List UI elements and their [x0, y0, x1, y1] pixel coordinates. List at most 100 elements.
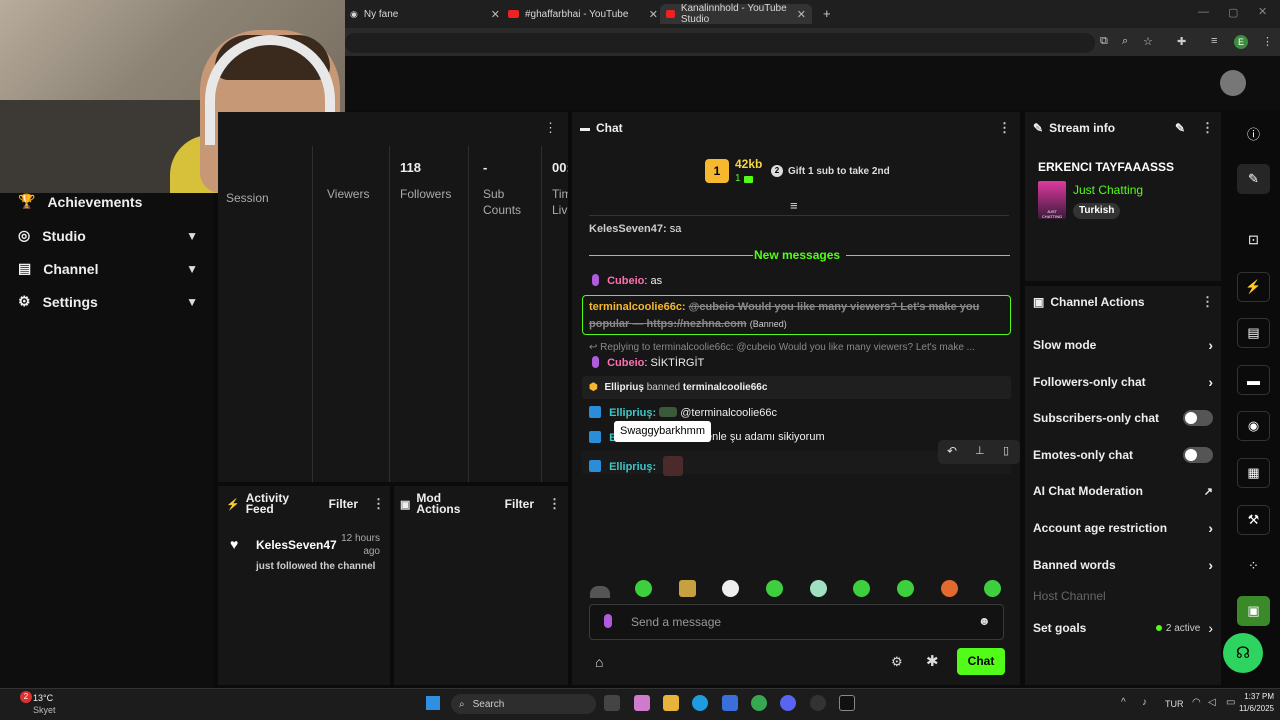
- action-followers-only[interactable]: Followers-only chat ›: [1033, 374, 1213, 390]
- clock-date[interactable]: 11/6/2025: [1230, 704, 1274, 713]
- close-icon[interactable]: ✕: [649, 8, 658, 21]
- chat-username[interactable]: terminalcoolie66c:: [589, 301, 686, 313]
- lightning-icon[interactable]: ⚡: [1237, 272, 1270, 302]
- emoji-icon[interactable]: ☻: [978, 614, 991, 628]
- notes-icon[interactable]: ▤: [1237, 318, 1270, 348]
- subscribers-only-toggle[interactable]: [1183, 410, 1213, 426]
- layout-icon[interactable]: ▦: [1237, 458, 1270, 488]
- minimize-icon[interactable]: —: [1198, 6, 1209, 18]
- browser-tab-active[interactable]: Kanalinnhold - YouTube Studio ✕: [660, 3, 812, 25]
- edit-icon[interactable]: ✎: [1175, 121, 1185, 135]
- emote-9[interactable]: [984, 580, 1001, 597]
- emote-7[interactable]: [897, 580, 914, 597]
- menu-icon[interactable]: ⋮: [1262, 35, 1273, 48]
- emote-image[interactable]: [663, 456, 684, 476]
- filter-button[interactable]: Filter: [505, 497, 534, 511]
- more-options-icon[interactable]: ⋮: [1201, 120, 1214, 136]
- chat-username[interactable]: Cubeio: [607, 275, 644, 287]
- category-box-art[interactable]: JUST CHATTING: [1038, 181, 1066, 219]
- capcut-icon[interactable]: [839, 695, 855, 711]
- emote-8[interactable]: [941, 580, 958, 597]
- store-icon[interactable]: ⌂: [595, 654, 603, 670]
- chat-username[interactable]: KelesSeven47:: [589, 223, 667, 235]
- maximize-icon[interactable]: ▢: [1228, 6, 1238, 19]
- emote-1[interactable]: [635, 580, 652, 597]
- chat-send-button[interactable]: Chat: [957, 648, 1005, 675]
- edge-icon[interactable]: [692, 695, 708, 711]
- close-window-icon[interactable]: ✕: [1258, 5, 1267, 18]
- filter-button[interactable]: Filter: [329, 497, 358, 511]
- bookmark-star-icon[interactable]: ☆: [1143, 35, 1153, 48]
- nav-item-achievements[interactable]: 🏆 Achievements: [18, 193, 198, 210]
- more-options-icon[interactable]: ⋮: [1201, 294, 1214, 310]
- support-headset-icon[interactable]: ☊: [1223, 633, 1263, 673]
- pin-icon[interactable]: ⊥: [975, 444, 985, 457]
- nav-item-channel[interactable]: ▤ Channel ▼: [18, 260, 198, 277]
- copilot-icon[interactable]: [634, 695, 650, 711]
- action-ai-moderation[interactable]: AI Chat Moderation ↗: [1033, 484, 1213, 498]
- weather-temp[interactable]: 13°C: [33, 693, 53, 703]
- emote-placeholder[interactable]: [590, 586, 610, 598]
- reply-icon[interactable]: ↶: [947, 444, 957, 458]
- nav-item-studio[interactable]: ◎ Studio ▼: [18, 227, 198, 244]
- emote-2[interactable]: [679, 580, 696, 597]
- emote-5[interactable]: [810, 580, 827, 597]
- action-set-goals[interactable]: Set goals 2 active ›: [1033, 620, 1213, 636]
- taskbar-search[interactable]: ⌕ Search: [451, 694, 596, 714]
- store-app-icon[interactable]: [722, 695, 738, 711]
- ban-target[interactable]: terminalcoolie66c: [683, 382, 767, 393]
- emote-4[interactable]: [766, 580, 783, 597]
- info-icon[interactable]: ⓘ: [1237, 118, 1270, 148]
- browser-tab[interactable]: #ghaffarbhai - YouTube ✕: [508, 4, 658, 24]
- screenshot-icon[interactable]: ⊡: [1237, 225, 1270, 255]
- nav-item-settings[interactable]: ⚙ Settings ▼: [18, 293, 198, 310]
- mic-tray-icon[interactable]: ♪: [1142, 697, 1147, 708]
- volume-icon[interactable]: ◁: [1208, 697, 1216, 708]
- wrench-icon[interactable]: ⚒: [1237, 505, 1270, 535]
- emote-3[interactable]: [722, 580, 739, 597]
- task-view-icon[interactable]: [604, 695, 620, 711]
- chat-username[interactable]: Ellipriuş: [605, 382, 644, 393]
- more-options-icon[interactable]: ⋮: [372, 496, 385, 512]
- edit-icon[interactable]: ✎: [1237, 164, 1270, 194]
- more-options-icon[interactable]: ⋮: [548, 496, 561, 512]
- filter-lines-icon[interactable]: ≡: [790, 198, 798, 213]
- emotes-only-toggle[interactable]: [1183, 447, 1213, 463]
- browser-tab[interactable]: ◉ Ny fane ✕: [350, 4, 500, 24]
- nodes-icon[interactable]: ⁘: [1237, 551, 1270, 581]
- activity-user[interactable]: KelesSeven47: [256, 538, 337, 552]
- language-indicator[interactable]: TUR: [1165, 699, 1184, 709]
- action-account-age[interactable]: Account age restriction ›: [1033, 520, 1213, 536]
- chat-username[interactable]: Cubeio: [607, 357, 644, 369]
- media-icon[interactable]: ≡: [1211, 35, 1217, 47]
- avatar[interactable]: [1220, 70, 1246, 96]
- more-options-icon[interactable]: ⋮: [544, 120, 557, 136]
- chevron-up-icon[interactable]: ^: [1121, 697, 1126, 708]
- chat-username[interactable]: Ellipriuş:: [609, 407, 656, 419]
- action-banned-words[interactable]: Banned words ›: [1033, 557, 1213, 573]
- action-slow-mode[interactable]: Slow mode ›: [1033, 337, 1213, 353]
- profile-avatar[interactable]: E: [1234, 35, 1248, 49]
- extensions-icon[interactable]: ✚: [1177, 35, 1186, 48]
- address-bar[interactable]: [345, 33, 1095, 53]
- close-icon[interactable]: ✕: [797, 8, 806, 21]
- mic-icon[interactable]: [604, 614, 612, 628]
- new-tab-button[interactable]: +: [823, 6, 831, 21]
- clapper-icon[interactable]: ▣: [1237, 596, 1270, 626]
- chrome-icon[interactable]: [751, 695, 767, 711]
- windows-start-icon[interactable]: [426, 696, 440, 710]
- obs-icon[interactable]: [810, 695, 826, 711]
- puzzle-icon[interactable]: ✱: [926, 652, 939, 670]
- emote-6[interactable]: [853, 580, 870, 597]
- file-explorer-icon[interactable]: [663, 695, 679, 711]
- gift-prompt[interactable]: Gift 1 sub to take 2nd: [788, 166, 890, 177]
- chat-username[interactable]: Ellipriuş:: [609, 461, 656, 473]
- settings-gear-icon[interactable]: ⚙: [891, 654, 903, 670]
- broadcast-icon[interactable]: ◉: [1237, 411, 1270, 441]
- chat-bubble-icon[interactable]: ▬: [1237, 365, 1270, 395]
- more-options-icon[interactable]: ⋮: [998, 120, 1011, 136]
- close-icon[interactable]: ✕: [491, 8, 500, 21]
- zoom-icon[interactable]: ⌕: [1122, 35, 1128, 48]
- clock-time[interactable]: 1:37 PM: [1234, 692, 1274, 701]
- reply-context[interactable]: ↩ Replying to terminalcoolie66c: @cubeio…: [589, 342, 1009, 353]
